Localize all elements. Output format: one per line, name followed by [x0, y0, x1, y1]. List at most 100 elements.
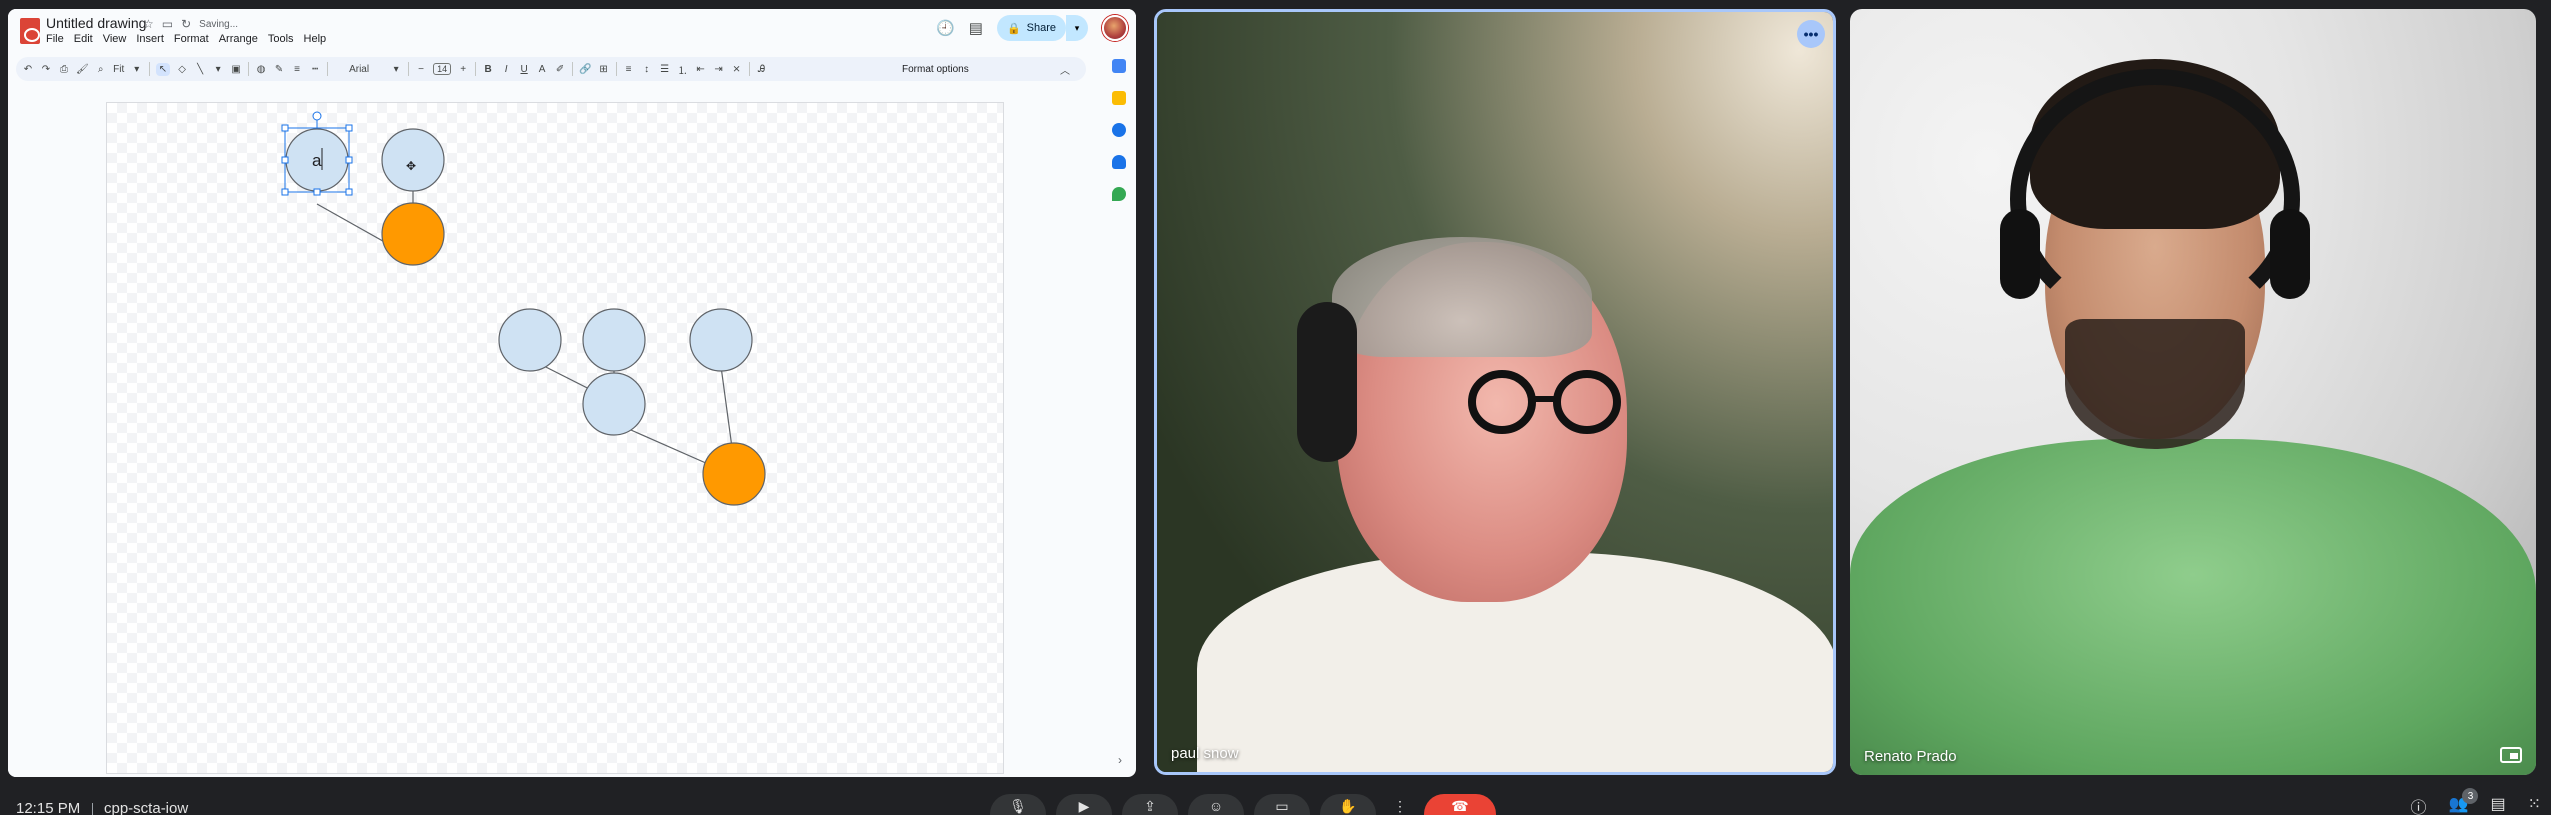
border-dash-icon[interactable]: ┅ [309, 64, 321, 75]
border-color-icon[interactable]: ✎ [273, 64, 285, 75]
more-options-button[interactable]: ⋮ [1386, 794, 1414, 815]
menu-arrange[interactable]: Arrange [219, 33, 258, 45]
more-options-button[interactable]: ••• [1797, 20, 1825, 48]
font-size-input[interactable]: 14 [433, 63, 452, 75]
share-dropdown-button[interactable]: ▾ [1066, 15, 1088, 41]
increase-indent-icon[interactable]: ⇥ [713, 64, 725, 75]
title-actions: 🕘 ▤ 🔒 Share ▾ [936, 15, 1128, 41]
emoji-icon: ☺ [1208, 798, 1224, 814]
participant-name: paul snow [1171, 745, 1239, 762]
format-options-button[interactable]: Format options [902, 64, 969, 75]
show-side-panel-icon[interactable]: › [1118, 753, 1122, 767]
line-spacing-icon[interactable]: ↕ [641, 64, 653, 75]
border-weight-icon[interactable]: ≡ [291, 64, 303, 75]
italic-icon[interactable]: I [500, 64, 512, 75]
microphone-button[interactable]: 🎙 [990, 794, 1046, 815]
print-icon[interactable]: ⎙ [58, 64, 70, 75]
leave-call-button[interactable]: ☎ [1424, 794, 1496, 815]
menu-tools[interactable]: Tools [268, 33, 294, 45]
bold-icon[interactable]: B [482, 64, 494, 75]
chat-icon[interactable]: ▤ [2490, 794, 2505, 815]
captions-button[interactable]: ▭ [1254, 794, 1310, 815]
line-tool-icon[interactable]: ╲ [194, 64, 206, 75]
keep-icon[interactable] [1112, 91, 1126, 105]
participant-name: Renato Prado [1864, 748, 1957, 765]
resize-handle[interactable] [313, 188, 321, 196]
rotate-handle[interactable] [312, 111, 322, 121]
menu-file[interactable]: File [46, 33, 64, 45]
clear-formatting-icon[interactable]: ⨯ [731, 64, 743, 75]
image-tool-icon[interactable]: ▣ [230, 64, 242, 75]
zoom-dropdown-icon[interactable]: ▾ [131, 64, 143, 75]
node-a-text[interactable]: a [312, 151, 322, 170]
fill-color-icon[interactable]: ◍ [255, 64, 267, 75]
text-style-icon[interactable]: Ꭿ [756, 64, 768, 75]
star-icon[interactable]: ☆ [143, 17, 154, 31]
account-avatar[interactable] [1102, 15, 1128, 41]
participant-video [2000, 209, 2040, 299]
drawings-logo-icon[interactable] [20, 18, 40, 44]
node[interactable] [498, 308, 562, 372]
drawing-canvas[interactable]: a ✥ [106, 102, 1004, 774]
paint-format-icon[interactable]: 🖌 [76, 64, 89, 75]
tasks-icon[interactable] [1112, 123, 1126, 137]
increase-font-icon[interactable]: + [457, 64, 469, 75]
font-select[interactable]: Arial [334, 64, 384, 75]
text-color-icon[interactable]: A [536, 64, 548, 75]
maps-icon[interactable] [1112, 187, 1126, 201]
collapse-toolbar-icon[interactable]: ︿ [1060, 62, 1070, 77]
edge[interactable] [719, 358, 734, 456]
people-icon[interactable]: 👥 3 [2449, 788, 2479, 815]
menu-format[interactable]: Format [174, 33, 209, 45]
highlight-icon[interactable]: ✐ [554, 64, 566, 75]
share-button[interactable]: 🔒 Share [996, 15, 1066, 41]
node[interactable] [582, 308, 646, 372]
raise-hand-button[interactable]: ✋ [1320, 794, 1376, 815]
underline-icon[interactable]: U [518, 64, 530, 75]
zoom-select[interactable]: Fit [113, 64, 125, 75]
comment-icon[interactable]: ⊞ [598, 64, 610, 75]
shape-tool-icon[interactable]: ◇ [176, 64, 188, 75]
calendar-icon[interactable] [1112, 59, 1126, 73]
numbered-list-icon[interactable]: ⒈ [677, 62, 689, 77]
undo-icon[interactable]: ↶ [22, 64, 34, 75]
align-icon[interactable]: ≡ [623, 64, 635, 75]
reactions-button[interactable]: ☺ [1188, 794, 1244, 815]
move-folder-icon[interactable]: ▭ [162, 17, 173, 31]
resize-handle[interactable] [345, 124, 353, 132]
line-dropdown-icon[interactable]: ▾ [212, 64, 224, 75]
node[interactable] [689, 308, 753, 372]
comments-icon[interactable]: ▤ [969, 19, 983, 37]
font-dropdown-icon[interactable]: ▾ [390, 64, 402, 75]
activities-icon[interactable]: ⁙ [2528, 794, 2541, 815]
picture-in-picture-icon[interactable] [2500, 747, 2522, 763]
menu-view[interactable]: View [103, 33, 127, 45]
contacts-icon[interactable] [1112, 155, 1126, 169]
present-button[interactable]: ⇪ [1122, 794, 1178, 815]
resize-handle[interactable] [281, 124, 289, 132]
participant-tile-paul[interactable]: ••• paul snow [1154, 9, 1836, 775]
select-tool-icon[interactable]: ↖ [155, 62, 171, 76]
link-icon[interactable]: 🔗 [579, 64, 591, 75]
decrease-indent-icon[interactable]: ⇤ [695, 64, 707, 75]
resize-handle[interactable] [281, 188, 289, 196]
redo-icon[interactable]: ↷ [40, 64, 52, 75]
bulleted-list-icon[interactable]: ☰ [659, 64, 671, 75]
decrease-font-icon[interactable]: − [415, 64, 427, 75]
node-orange[interactable] [702, 442, 766, 506]
resize-handle[interactable] [345, 188, 353, 196]
zoom-icon[interactable]: ⌕ [95, 64, 107, 75]
node[interactable] [582, 372, 646, 436]
menu-insert[interactable]: Insert [136, 33, 164, 45]
node-orange[interactable] [381, 202, 445, 266]
camera-button[interactable]: ▶ [1056, 794, 1112, 815]
participant-tile-renato[interactable]: Renato Prado [1850, 9, 2536, 775]
version-history-icon[interactable]: 🕘 [936, 19, 955, 37]
resize-handle[interactable] [345, 156, 353, 164]
resize-handle[interactable] [281, 156, 289, 164]
menu-edit[interactable]: Edit [74, 33, 93, 45]
info-icon[interactable]: ⓘ [2411, 794, 2427, 815]
document-title[interactable]: Untitled drawing [46, 15, 146, 31]
menu-help[interactable]: Help [304, 33, 327, 45]
captions-icon: ▭ [1275, 798, 1289, 814]
